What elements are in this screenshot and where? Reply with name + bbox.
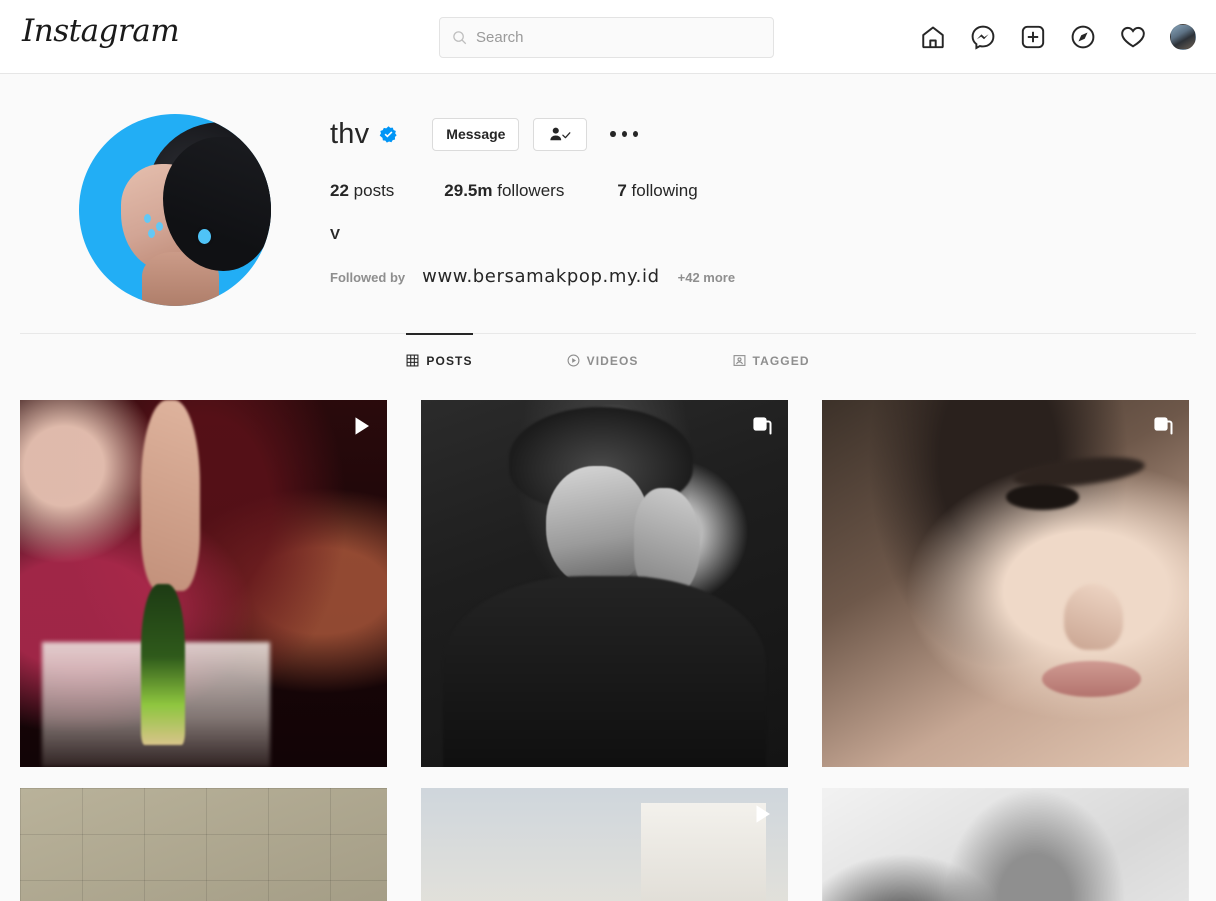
play-icon <box>756 805 770 823</box>
stat-posts-label: posts <box>353 181 395 200</box>
post-5-art-building <box>641 802 766 901</box>
stat-posts-value: 22 <box>330 181 349 200</box>
messenger-icon[interactable] <box>970 24 996 50</box>
post-2-image <box>421 400 788 767</box>
followed-by-label: Followed by <box>330 269 406 285</box>
carousel-icon <box>753 417 772 435</box>
more-dot-1 <box>610 131 616 137</box>
post-3-image <box>822 400 1189 767</box>
post-tile-5[interactable] <box>421 788 788 901</box>
tab-tagged-label: TAGGED <box>752 353 810 368</box>
profile-info-column: thv Message 22 posts 29.5m followers 7 f… <box>330 110 1196 306</box>
following-button[interactable] <box>533 117 588 151</box>
verified-badge-icon <box>380 125 397 143</box>
post-tile-6[interactable] <box>822 788 1189 901</box>
post-5-image <box>421 788 788 901</box>
tab-tagged[interactable]: TAGGED <box>733 333 810 386</box>
profile-header: thv Message 22 posts 29.5m followers 7 f… <box>20 74 1196 306</box>
play-icon <box>355 417 369 435</box>
more-options-button[interactable] <box>607 119 641 149</box>
post-1-art-arm <box>141 400 200 591</box>
stat-followers-label: followers <box>497 181 565 200</box>
post-3-art-nose <box>1064 583 1123 650</box>
followed-by-more[interactable]: +42 more <box>678 270 735 285</box>
tab-videos-label: VIDEOS <box>586 353 639 368</box>
avatar-art-gem-2 <box>155 221 163 231</box>
more-dot-3 <box>633 131 639 137</box>
home-icon[interactable] <box>920 24 946 50</box>
post-tile-2[interactable] <box>421 400 788 767</box>
post-5-badge <box>750 802 774 826</box>
top-navigation-bar: Instagram <box>0 0 1216 74</box>
stat-followers[interactable]: 29.5m followers <box>444 181 564 201</box>
search-icon <box>453 31 467 45</box>
stat-following-label: following <box>631 181 698 200</box>
post-grid <box>20 400 1196 901</box>
profile-picture-column <box>20 110 330 306</box>
more-dot-2 <box>621 131 628 137</box>
explore-icon[interactable] <box>1070 24 1096 50</box>
profile-tabs: POSTS VIDEOS TAGGED <box>20 333 1196 386</box>
search-input[interactable] <box>476 29 746 46</box>
stat-followers-value: 29.5m <box>444 181 493 200</box>
tagged-person-icon <box>733 355 746 366</box>
post-2-badge <box>750 414 774 438</box>
post-3-art-eye <box>1005 484 1079 511</box>
stat-following-value: 7 <box>617 181 627 200</box>
activity-heart-icon[interactable] <box>1120 24 1146 50</box>
stat-posts: 22 posts <box>330 181 394 201</box>
profile-username: thv <box>330 117 370 150</box>
followed-by-row: Followed by www.bersamakpop.my.id +42 mo… <box>330 266 1196 287</box>
post-1-image <box>20 400 387 767</box>
post-3-art-lips <box>1042 660 1142 698</box>
post-4-image <box>20 788 387 901</box>
post-tile-3[interactable] <box>822 400 1189 767</box>
search-bar[interactable] <box>439 17 774 58</box>
person-check-icon <box>550 127 571 141</box>
profile-picture[interactable] <box>79 114 271 306</box>
profile-name-row: thv Message <box>330 114 1196 154</box>
post-1-badge <box>349 414 373 438</box>
carousel-icon <box>1154 417 1173 435</box>
instagram-logo[interactable]: Instagram <box>22 16 180 47</box>
post-2-art-face <box>545 466 649 588</box>
nav-icon-group <box>920 0 1196 74</box>
followed-by-username[interactable]: www.bersamakpop.my.id <box>422 266 660 287</box>
post-6-image <box>822 788 1189 901</box>
profile-avatar[interactable] <box>1170 24 1196 50</box>
tab-posts-label: POSTS <box>426 353 473 368</box>
post-2-art-shirt <box>443 576 766 767</box>
tab-videos[interactable]: VIDEOS <box>567 333 639 386</box>
post-3-badge <box>1151 414 1175 438</box>
post-tile-1[interactable] <box>20 400 387 767</box>
profile-stats: 22 posts 29.5m followers 7 following <box>330 181 1196 201</box>
new-post-icon[interactable] <box>1020 24 1046 50</box>
grid-icon <box>406 354 419 367</box>
profile-bio: V <box>330 226 341 243</box>
play-circle-icon <box>567 354 580 367</box>
tab-posts[interactable]: POSTS <box>406 333 473 386</box>
stat-following[interactable]: 7 following <box>617 181 697 201</box>
post-tile-4[interactable] <box>20 788 387 901</box>
message-button[interactable]: Message <box>432 117 520 151</box>
post-1-art-bottle <box>141 583 186 745</box>
